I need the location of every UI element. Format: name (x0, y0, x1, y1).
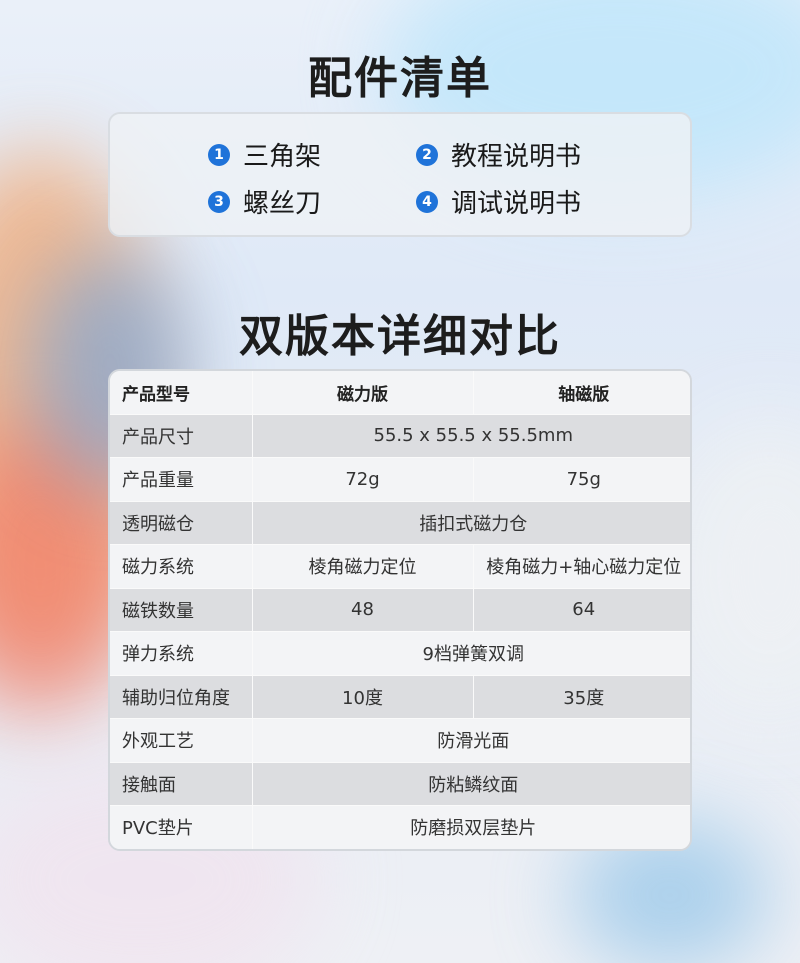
header-cell: 磁力版 (252, 371, 474, 415)
accessory-label: 调试说明书 (451, 189, 582, 219)
number-badge-icon: 4 (416, 190, 438, 213)
table-row: 产品尺寸 55.5 x 55.5 x 55.5mm (110, 414, 690, 458)
row-value: 9档弹簧双调 (252, 631, 690, 676)
row-label: 辅助归位角度 (110, 675, 253, 719)
row-value: 35度 (473, 675, 690, 719)
row-label: 产品重量 (110, 457, 253, 502)
accessory-item: 3 螺丝刀 (208, 183, 321, 220)
table-row: 产品重量 72g 75g (110, 457, 690, 502)
row-value: 插扣式磁力仓 (252, 501, 690, 545)
row-value: 64 (473, 588, 690, 632)
header-cell: 产品型号 (110, 371, 253, 415)
accessory-label: 螺丝刀 (243, 189, 322, 219)
table-row: 外观工艺 防滑光面 (110, 718, 690, 763)
row-value: 10度 (252, 675, 474, 719)
accessories-title: 配件清单 (308, 53, 492, 104)
row-label: 外观工艺 (110, 718, 253, 763)
row-value: 棱角磁力定位 (252, 544, 474, 589)
row-label: 接触面 (110, 762, 253, 806)
accessory-label: 三角架 (243, 142, 322, 172)
table-header-row: 产品型号 磁力版 轴磁版 (110, 371, 690, 415)
comparison-table: 产品型号 磁力版 轴磁版 产品尺寸 55.5 x 55.5 x 55.5mm 产… (108, 369, 692, 851)
row-value: 75g (473, 457, 690, 502)
table-row: 辅助归位角度 10度 35度 (110, 675, 690, 719)
row-value: 72g (252, 457, 474, 502)
row-value: 防粘鳞纹面 (252, 762, 690, 806)
table-row: 磁铁数量 48 64 (110, 588, 690, 632)
row-label: 弹力系统 (110, 631, 253, 676)
comparison-title: 双版本详细对比 (239, 311, 561, 362)
row-value: 棱角磁力+轴心磁力定位 (473, 544, 690, 589)
table-row: 磁力系统 棱角磁力定位 棱角磁力+轴心磁力定位 (110, 544, 690, 589)
row-value: 防滑光面 (252, 718, 690, 763)
accessory-item: 2 教程说明书 (416, 136, 581, 173)
accessories-card: 1 三角架 2 教程说明书 3 螺丝刀 4 调试说明书 (108, 112, 692, 237)
accessory-item: 4 调试说明书 (416, 183, 581, 220)
header-cell: 轴磁版 (473, 371, 690, 415)
number-badge-icon: 1 (208, 143, 230, 166)
table-row: 弹力系统 9档弹簧双调 (110, 631, 690, 676)
number-badge-icon: 2 (416, 143, 438, 166)
accessory-item: 1 三角架 (208, 136, 321, 173)
table-row: 接触面 防粘鳞纹面 (110, 762, 690, 806)
row-value: 防磨损双层垫片 (252, 805, 690, 849)
number-badge-icon: 3 (208, 190, 230, 213)
table-row: 透明磁仓 插扣式磁力仓 (110, 501, 690, 545)
row-label: PVC垫片 (110, 805, 253, 849)
row-label: 透明磁仓 (110, 501, 253, 545)
row-value: 55.5 x 55.5 x 55.5mm (252, 414, 690, 458)
table-row: PVC垫片 防磨损双层垫片 (110, 805, 690, 849)
row-label: 产品尺寸 (110, 414, 253, 458)
row-value: 48 (252, 588, 474, 632)
row-label: 磁力系统 (110, 544, 253, 589)
accessory-label: 教程说明书 (451, 142, 582, 172)
row-label: 磁铁数量 (110, 588, 253, 632)
